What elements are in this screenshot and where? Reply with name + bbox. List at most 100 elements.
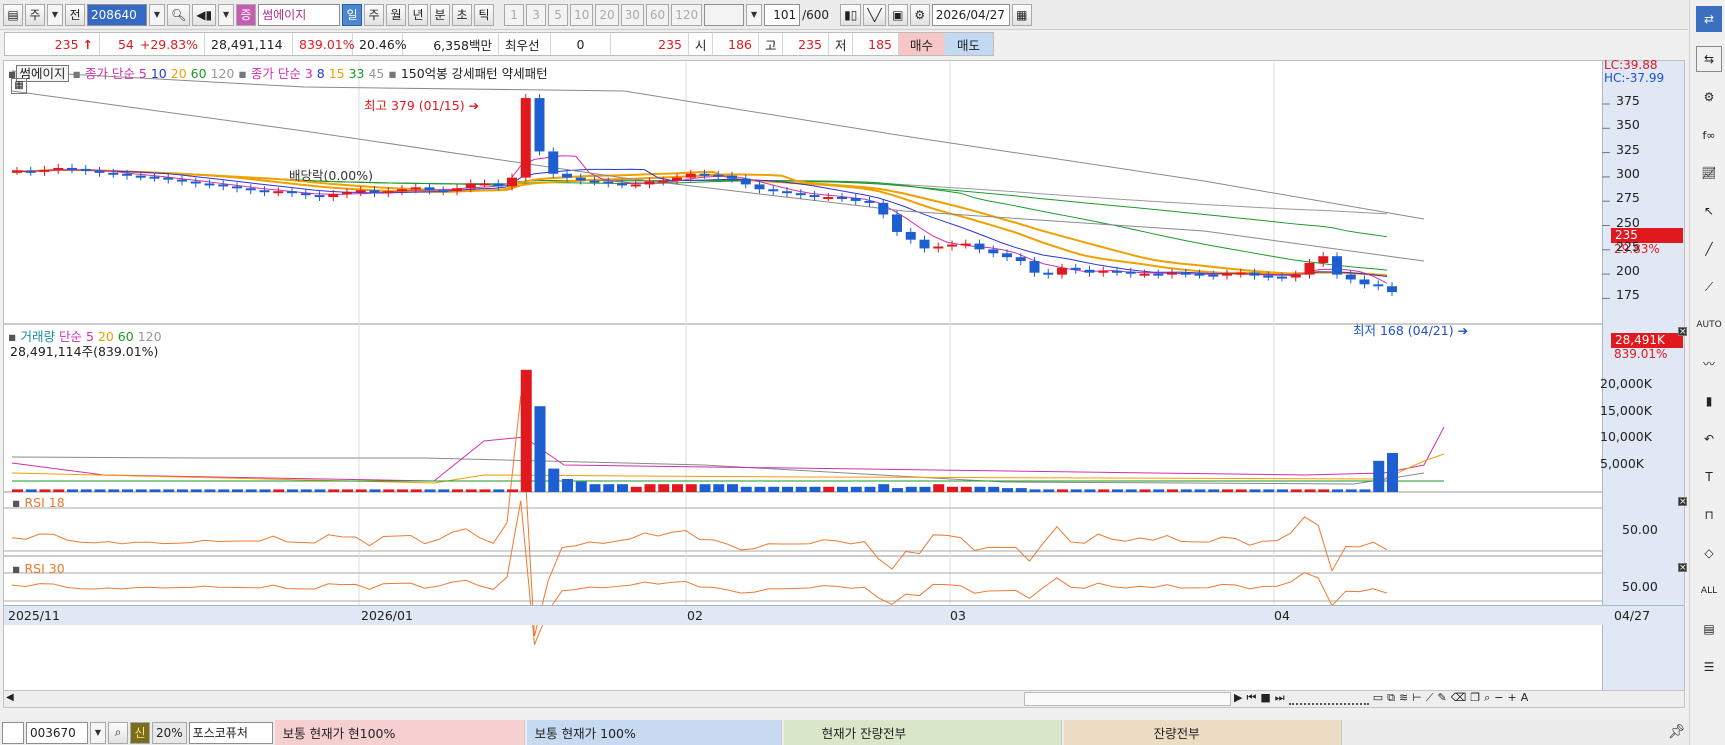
search-icon[interactable]: 🔍︎: [167, 3, 191, 26]
erase-icon[interactable]: ◇: [1696, 540, 1722, 566]
template-icon[interactable]: ▤: [1696, 616, 1722, 642]
rsi30-title[interactable]: ▪ RSI 30: [12, 561, 65, 576]
text-tool-icon[interactable]: T: [1696, 464, 1722, 490]
screen-icon[interactable]: ▤: [3, 3, 23, 26]
font-icon[interactable]: A: [1521, 691, 1529, 705]
wave-icon[interactable]: 〰: [1696, 350, 1722, 376]
eraser-icon[interactable]: ⌫: [1451, 691, 1467, 705]
minute-30[interactable]: 30: [620, 3, 644, 26]
pin-icon[interactable]: 📌︎: [1668, 724, 1686, 740]
scroll-thumb[interactable]: [1024, 692, 1231, 706]
candle-tool-icon[interactable]: ▮: [1696, 388, 1722, 414]
minute-120[interactable]: 120: [671, 3, 703, 26]
period-week[interactable]: 주: [364, 3, 385, 26]
zoom-in-icon[interactable]: +: [1508, 691, 1517, 705]
rsi18-title[interactable]: ▪ RSI 18: [12, 495, 65, 510]
volume-current-tag: 28,491K: [1611, 333, 1683, 348]
date-input[interactable]: 2026/04/27: [931, 3, 1010, 26]
market-dropdown[interactable]: ▼: [47, 3, 63, 26]
open-price: 186: [713, 33, 759, 55]
period-year[interactable]: 년: [408, 3, 429, 26]
period-month[interactable]: 월: [386, 3, 407, 26]
code-dropdown-icon[interactable]: ▼: [149, 3, 165, 26]
minute-10[interactable]: 10: [570, 3, 594, 26]
minute-3[interactable]: 3: [526, 3, 547, 26]
chart-area[interactable]: ▪ 썸에이지 ▪ 종가 단순 5 10 20 60 120 ▪ 종가 단순 3 8…: [3, 58, 1687, 692]
margin-pct: 20%: [152, 721, 187, 744]
auto-icon[interactable]: AUTO: [1696, 312, 1722, 338]
minute-1[interactable]: 1: [504, 3, 525, 26]
trendline-icon[interactable]: ⟋: [1696, 274, 1722, 300]
line-tool-icon[interactable]: ╱: [1696, 236, 1722, 262]
market-select[interactable]: 주: [25, 3, 45, 26]
rsi18-close-icon[interactable]: ×: [1678, 497, 1687, 507]
calendar-icon[interactable]: ▦: [1011, 3, 1032, 26]
scroll-right-icon[interactable]: ▶: [1234, 691, 1242, 705]
hc-label: HC:-37.99: [1604, 71, 1665, 85]
order-select[interactable]: [2, 721, 24, 744]
gear-icon[interactable]: ⚙: [909, 3, 930, 26]
turnover-rate: 20.46%: [353, 33, 407, 55]
rsi18-label: RSI 18: [24, 495, 65, 510]
prev-button[interactable]: 전: [65, 3, 85, 26]
interval-dropdown[interactable]: ▼: [746, 3, 763, 26]
x-label-last: 04/27: [1614, 608, 1651, 623]
grid-toggle-icon[interactable]: ▦: [11, 78, 27, 94]
rsi30-close-icon[interactable]: ×: [1678, 563, 1687, 573]
save-icon[interactable]: ▣: [887, 3, 908, 26]
stop-icon[interactable]: ■: [1260, 691, 1270, 705]
layout-icon[interactable]: ▭: [1373, 691, 1383, 705]
sell-button[interactable]: 매도: [945, 33, 993, 55]
speaker-icon[interactable]: ◀▮: [192, 3, 217, 26]
indicator-icon[interactable]: 📈︎: [1696, 160, 1722, 186]
line-type-icon[interactable]: ╲╱: [863, 3, 886, 26]
zoom-slider[interactable]: [1288, 691, 1369, 705]
cancel-order-segment[interactable]: 잔량전부: [1063, 720, 1342, 745]
fib-icon[interactable]: ⊓: [1696, 502, 1722, 528]
split-icon[interactable]: ⧉: [1387, 691, 1395, 705]
erase-all-icon[interactable]: ALL: [1696, 578, 1722, 604]
undo-icon[interactable]: ↶: [1696, 426, 1722, 452]
period-day[interactable]: 일: [342, 3, 363, 26]
gear-tool-icon[interactable]: ⚙: [1696, 84, 1722, 110]
period-second[interactable]: 초: [452, 3, 473, 26]
period-minute[interactable]: 분: [430, 3, 451, 26]
period-tick[interactable]: 틱: [474, 3, 495, 26]
compare-icon[interactable]: ≋: [1399, 691, 1408, 705]
exchange-icon[interactable]: ⇆: [1696, 46, 1722, 72]
sell-order-segment[interactable]: 보통 현재가 100%: [526, 720, 782, 745]
swap-icon[interactable]: ⇄: [1696, 6, 1722, 32]
zoom-out-icon[interactable]: −: [1494, 691, 1503, 705]
rewind-icon[interactable]: ⏮: [1246, 691, 1256, 705]
order-code-input[interactable]: 003670: [26, 721, 88, 744]
candle-type-icon[interactable]: ▮▯: [840, 3, 862, 26]
speaker-dropdown[interactable]: ▼: [218, 3, 235, 26]
crosshair-icon[interactable]: ⊢: [1412, 691, 1422, 705]
magnifier-icon[interactable]: ⌕: [1484, 691, 1490, 705]
buy-button[interactable]: 매수: [899, 33, 945, 55]
minute-20[interactable]: 20: [595, 3, 619, 26]
interval-input[interactable]: [704, 3, 745, 26]
ma2-3-label: 3: [304, 66, 313, 81]
stock-code-input[interactable]: 208640: [87, 3, 147, 26]
fast-forward-icon[interactable]: ⏭: [1275, 691, 1285, 705]
order-search-icon[interactable]: ⌕: [108, 721, 128, 744]
order-code-dropdown[interactable]: ▼: [90, 721, 106, 744]
modify-order-segment[interactable]: 현재가 잔량전부: [783, 720, 1062, 745]
preferred-qty: 0: [551, 33, 611, 55]
trend-icon[interactable]: ⟋: [1426, 691, 1434, 705]
scroll-left-icon[interactable]: ◀: [6, 692, 14, 703]
formula-icon[interactable]: f∞: [1696, 122, 1722, 148]
count-input[interactable]: 101: [764, 3, 801, 26]
copy-icon[interactable]: ❐: [1470, 691, 1480, 705]
list-icon[interactable]: ☰: [1696, 654, 1722, 680]
draw-icon[interactable]: ✎: [1437, 691, 1446, 705]
minute-5[interactable]: 5: [548, 3, 569, 26]
chart-scrollbar[interactable]: ◀ ▶ ⏮ ■ ⏭ ▭ ⧉ ≋ ⊢ ⟋ ✎ ⌫ ❐ ⌕ − + A: [3, 690, 1685, 708]
buy-order-segment[interactable]: 보통 현재가 현100%: [274, 720, 525, 745]
chart-canvas[interactable]: [4, 61, 1684, 691]
x-label-04: 04: [1274, 608, 1290, 623]
volume-close-icon[interactable]: ×: [1678, 327, 1687, 337]
cursor-icon[interactable]: ↖: [1696, 198, 1722, 224]
minute-60[interactable]: 60: [645, 3, 670, 26]
